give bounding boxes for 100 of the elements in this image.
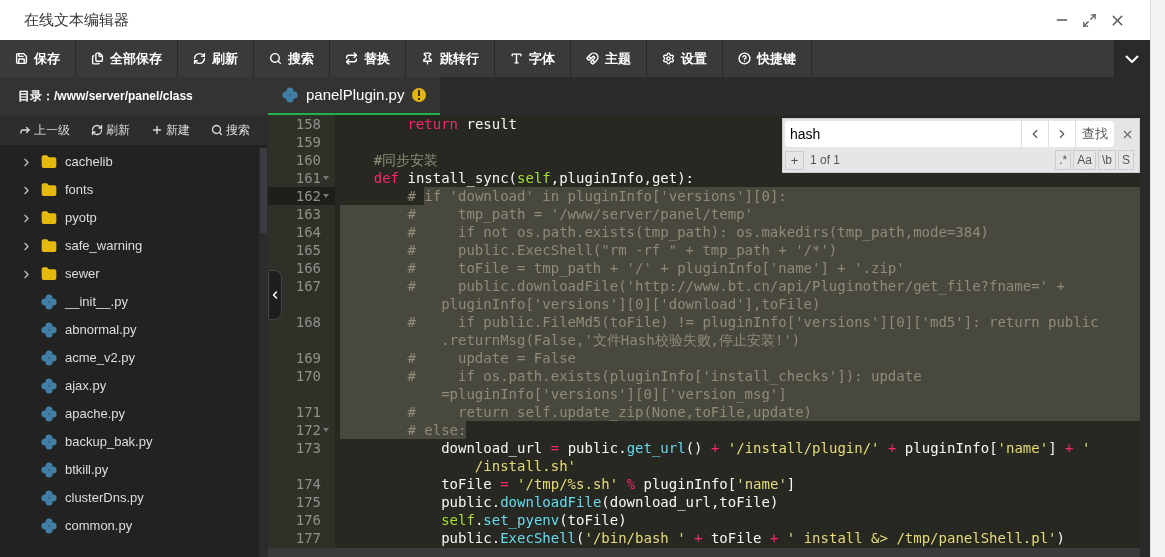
file-tree-item[interactable]: backup_bak.py — [0, 428, 259, 456]
file-icon — [41, 350, 57, 366]
line-number: 158 — [295, 115, 321, 133]
maximize-icon[interactable] — [1082, 12, 1097, 28]
scrollbar-thumb[interactable] — [260, 148, 267, 233]
settings-icon — [662, 52, 675, 65]
file-name: acme_v2.py — [65, 349, 136, 368]
code-text: # tmp_path = '/www/server/panel/temp' — [340, 205, 753, 223]
file-tree-item[interactable]: sewer — [0, 260, 259, 288]
file-name: cachelib — [65, 153, 113, 172]
collapse-toolbar-button[interactable] — [1114, 40, 1150, 77]
line-number: 176 — [295, 511, 321, 529]
vertical-scrollbar[interactable] — [1140, 115, 1150, 557]
file-tree-item[interactable]: common.py — [0, 512, 259, 540]
chevron-down-icon — [1125, 54, 1139, 63]
files-icon — [91, 52, 104, 65]
refresh-icon — [193, 52, 206, 65]
code-text: pluginInfo[ — [643, 475, 737, 493]
code-text: pluginInfo[ — [904, 439, 998, 457]
search-option-toggle[interactable]: Aa — [1073, 150, 1096, 170]
sidebar-action[interactable]: 新建 — [150, 121, 190, 139]
file-name: pyotp — [65, 209, 97, 228]
file-tree-item[interactable]: __init__.py — [0, 288, 259, 316]
code-text: + — [1065, 439, 1074, 457]
file-icon — [41, 462, 57, 478]
search-field[interactable]: hash 查找 — [785, 121, 1114, 147]
line-number: 171 — [295, 403, 321, 421]
file-tree-item[interactable]: safe_warning — [0, 232, 259, 260]
line-number: 161 — [295, 169, 321, 187]
file-tree-item[interactable]: cachelib — [0, 148, 259, 176]
add-replace-button[interactable]: + — [785, 150, 804, 170]
search-option-toggle[interactable]: .* — [1055, 150, 1072, 170]
code-text: + — [888, 439, 897, 457]
code-text: # if public.FileMd5(toFile) != pluginInfo['versions'][0]['md5']: return public — [340, 313, 1099, 331]
code-text: def — [373, 169, 399, 187]
fold-arrow-icon[interactable] — [323, 428, 329, 432]
code-text: (download_url,toFile) — [601, 493, 779, 511]
fold-arrow-icon[interactable] — [323, 176, 329, 180]
code-text: ] — [786, 475, 796, 493]
code-text: # else: — [340, 421, 467, 439]
code-text: .returnMsg(False,'文件Hash校验失败,停止安装!') — [340, 331, 801, 349]
file-tree-item[interactable]: fonts — [0, 176, 259, 204]
file-tree-item[interactable]: apache.py — [0, 400, 259, 428]
code-text: public. — [567, 439, 627, 457]
code-text: ] — [1048, 439, 1057, 457]
code-text: = — [500, 475, 509, 493]
file-icon — [41, 294, 57, 310]
code-text: ) — [1056, 529, 1065, 547]
file-name: sewer — [65, 265, 100, 284]
code-text: '/tmp/%s.sh' — [517, 475, 619, 493]
file-tab[interactable]: panelPlugin.py — [268, 77, 441, 115]
line-number: 160 — [295, 151, 321, 169]
line-number: 175 — [295, 493, 321, 511]
code-text: result — [466, 115, 518, 133]
line-number: 174 — [295, 475, 321, 493]
horizontal-scrollbar[interactable] — [268, 548, 1140, 557]
file-icon — [41, 322, 57, 338]
code-text: download_url — [441, 439, 543, 457]
file-tree-item[interactable]: btkill.py — [0, 456, 259, 484]
code-text: # if not os.path.exists(tmp_path): os.makedirs(tmp_path,mode=384) — [340, 223, 989, 241]
file-icon — [41, 406, 57, 422]
code-text: = — [550, 439, 560, 457]
find-button[interactable]: 查找 — [1075, 121, 1114, 147]
fold-arrow-icon[interactable] — [323, 194, 329, 198]
folder-icon — [41, 182, 57, 198]
code-text: ' install &> /tmp/panelShell.pl' — [786, 529, 1057, 547]
text-type-icon — [510, 52, 523, 65]
file-name: abnormal.py — [65, 321, 137, 340]
line-number: 170 — [295, 367, 321, 385]
search-option-toggle[interactable]: \b — [1097, 150, 1116, 170]
sidebar-action[interactable]: 刷新 — [90, 121, 130, 139]
folder-icon — [41, 154, 57, 170]
code-text: () — [685, 439, 703, 457]
code-text: =pluginInfo['versions'][0]['version_msg'] — [340, 385, 787, 403]
sidebar-action[interactable]: 上一级 — [18, 121, 70, 139]
code-text: public. — [441, 493, 501, 511]
file-icon — [41, 490, 57, 506]
file-tree-item[interactable]: pyotp — [0, 204, 259, 232]
file-tree-item[interactable]: acme_v2.py — [0, 344, 259, 372]
line-number: 169 — [295, 349, 321, 367]
file-tree-item[interactable]: abnormal.py — [0, 316, 259, 344]
search-icon — [269, 52, 282, 65]
code-text: toFile — [441, 475, 492, 493]
code-text: ' — [1081, 439, 1091, 457]
file-name: backup_bak.py — [65, 433, 153, 452]
collapse-sidebar-handle[interactable] — [268, 270, 282, 320]
code-text: # update = False — [340, 349, 576, 367]
search-option-toggle[interactable]: S — [1118, 150, 1134, 170]
line-number: 162 — [295, 187, 321, 205]
file-tree-item[interactable]: ajax.py — [0, 372, 259, 400]
file-tree-item[interactable]: clusterDns.py — [0, 484, 259, 512]
file-icon — [41, 518, 57, 534]
code-text: . — [474, 511, 484, 529]
code-text: + — [769, 529, 779, 547]
line-number: 165 — [295, 241, 321, 259]
line-number: 167 — [295, 277, 321, 295]
code-text: ExecShell — [500, 529, 577, 547]
code-text: ,pluginInfo,get): — [550, 169, 695, 187]
code-text: public. — [441, 529, 501, 547]
sidebar-action[interactable]: 搜索 — [210, 121, 250, 139]
